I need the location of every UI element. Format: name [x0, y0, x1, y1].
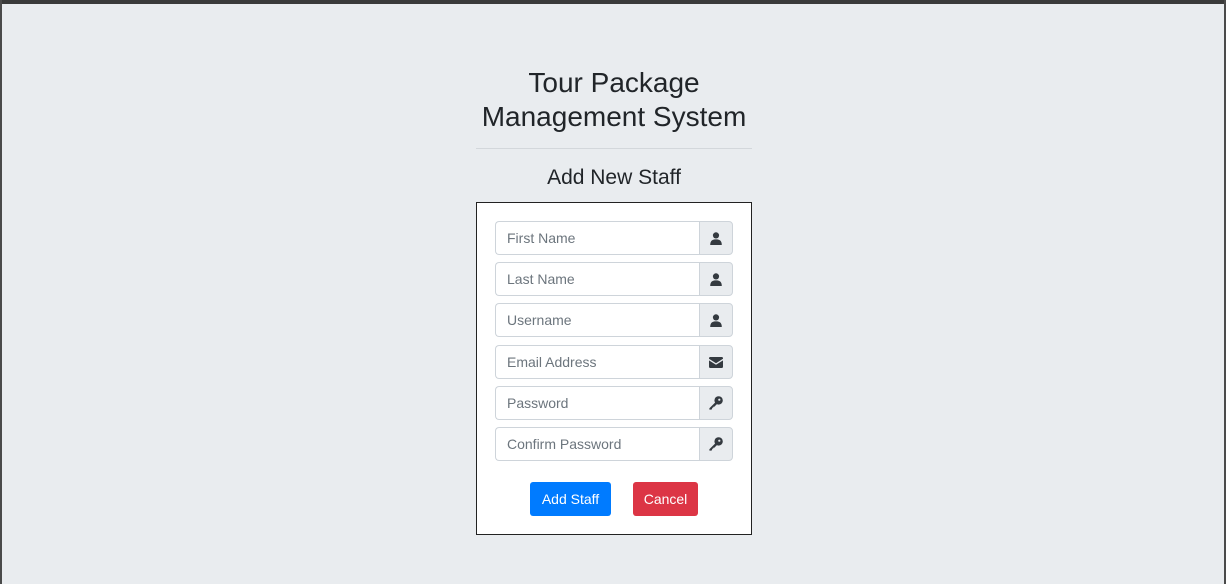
page-title: Tour Package Management System [476, 66, 752, 134]
add-staff-form: Add Staff Cancel [476, 202, 752, 535]
username-addon [699, 303, 733, 337]
email-group [495, 345, 733, 379]
first-name-input[interactable] [495, 221, 699, 255]
envelope-icon [709, 356, 723, 368]
user-icon [710, 313, 722, 327]
username-group [495, 303, 733, 337]
confirm-password-group [495, 427, 733, 461]
window-top-bar [0, 0, 1226, 4]
email-addon [699, 345, 733, 379]
last-name-addon [699, 262, 733, 296]
password-input[interactable] [495, 386, 699, 420]
page-title-line1: Tour Package [528, 67, 700, 98]
confirm-password-input[interactable] [495, 427, 699, 461]
first-name-group [495, 221, 733, 255]
email-input[interactable] [495, 345, 699, 379]
key-icon [709, 396, 723, 410]
user-icon [710, 231, 722, 245]
password-addon [699, 386, 733, 420]
header-section: Tour Package Management System Add New S… [476, 66, 752, 191]
first-name-addon [699, 221, 733, 255]
password-group [495, 386, 733, 420]
key-icon [709, 437, 723, 451]
title-divider [476, 148, 752, 149]
form-title: Add New Staff [547, 166, 681, 189]
window-left-border [0, 0, 2, 584]
last-name-group [495, 262, 733, 296]
page-title-line2: Management System [481, 101, 747, 132]
add-staff-button[interactable]: Add Staff [530, 482, 611, 516]
user-icon [710, 272, 722, 286]
last-name-input[interactable] [495, 262, 699, 296]
confirm-password-addon [699, 427, 733, 461]
cancel-button[interactable]: Cancel [633, 482, 698, 516]
username-input[interactable] [495, 303, 699, 337]
